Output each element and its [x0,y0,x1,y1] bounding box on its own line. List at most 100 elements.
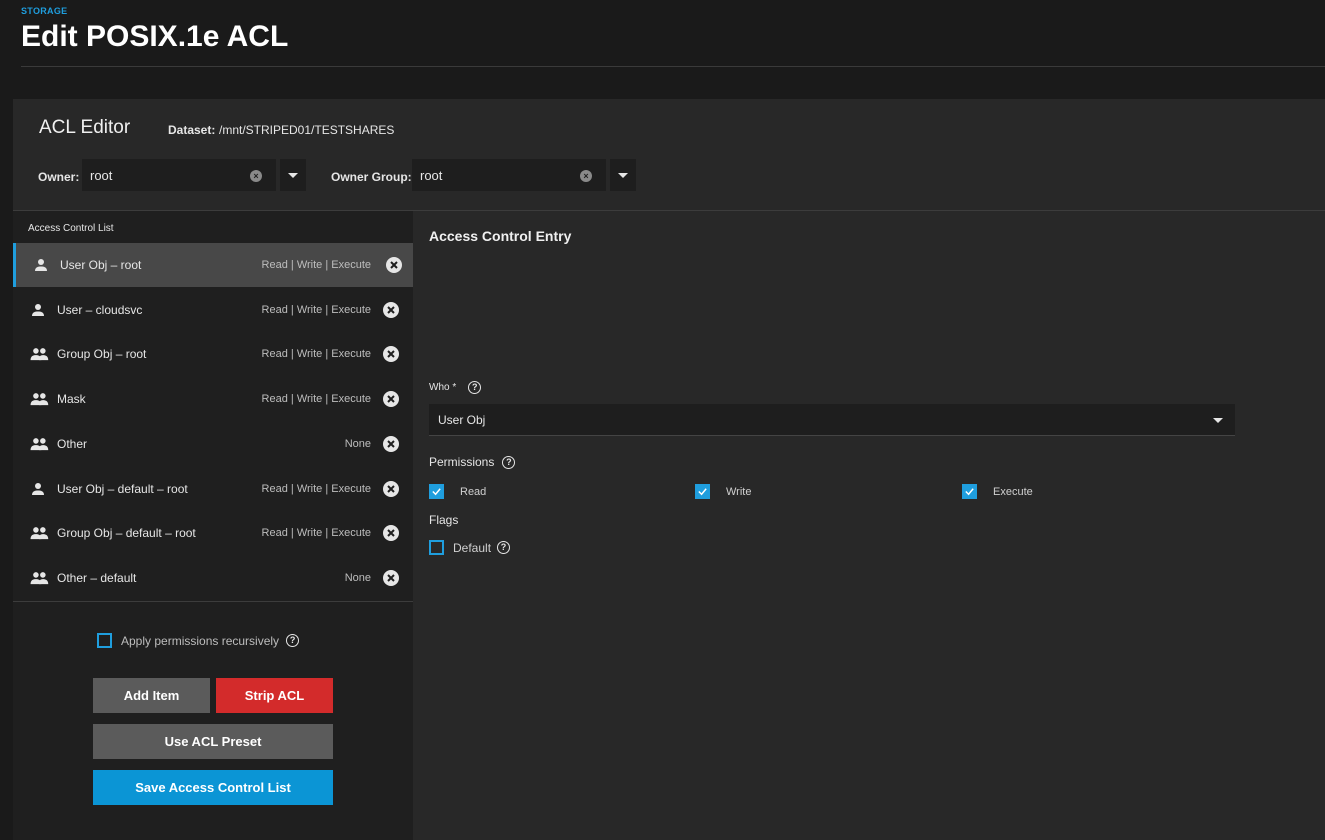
owner-group-dropdown-button[interactable] [608,159,636,191]
check-icon [698,488,707,496]
owner-group-combobox: root × [412,159,637,191]
acl-list-item[interactable]: Group Obj – root Read | Write | Execute [13,332,413,376]
acl-item-permissions: Read | Write | Execute [261,482,371,495]
apply-recursive-label: Apply permissions recursively [121,633,280,648]
add-item-button[interactable]: Add Item [93,678,210,713]
person-icon [29,301,47,319]
owner-group-clear-icon[interactable]: × [580,170,592,182]
list-divider [13,601,413,602]
default-flag[interactable]: Default ? [429,540,511,555]
acl-item-label: Other [57,436,88,451]
read-permission[interactable]: Read [429,484,486,499]
group-icon [29,345,49,363]
acl-item-label: Mask [57,392,86,407]
remove-entry-icon[interactable] [383,435,399,452]
owner-group-label: Owner Group: [331,170,412,184]
owner-group-input[interactable]: root [412,159,606,191]
write-permission[interactable]: Write [695,484,751,499]
group-icon [29,569,49,587]
remove-entry-icon[interactable] [383,346,399,363]
strip-acl-button[interactable]: Strip ACL [216,678,333,713]
acl-editor-header: ACL Editor Dataset: /mnt/STRIPED01/TESTS… [13,99,1325,211]
acl-item-permissions: Read | Write | Execute [261,393,371,406]
owner-combobox: root × [82,159,307,191]
execute-permission[interactable]: Execute [962,484,1033,499]
chevron-down-icon [618,172,628,178]
who-label: Who * [429,382,457,393]
check-icon [432,488,441,496]
owner-label: Owner: [38,170,80,184]
header-divider [21,66,1325,67]
dataset-path: /mnt/STRIPED01/TESTSHARES [219,123,395,137]
who-select[interactable]: User Obj [429,404,1235,436]
person-icon [29,480,47,498]
acl-entry-panel: Access Control Entry Who * ? User Obj Pe… [413,211,1325,840]
acl-item-permissions: Read | Write | Execute [261,303,371,316]
acl-list-item[interactable]: Group Obj – default – root Read | Write |… [13,511,413,555]
acl-item-label: User Obj – root [60,258,142,272]
owner-dropdown-button[interactable] [278,159,306,191]
group-icon [29,524,49,542]
owner-group-value: root [420,167,443,183]
read-checkbox[interactable] [429,484,444,499]
read-label: Read [460,485,487,498]
acl-item-label: Group Obj – root [57,347,147,362]
chevron-down-icon [1213,418,1223,423]
help-icon[interactable]: ? [468,381,482,394]
dataset-label: Dataset: [168,123,216,137]
permissions-label-row: Permissions ? [429,455,516,469]
acl-item-label: Other – default [57,570,137,585]
owner-clear-icon[interactable]: × [250,170,262,182]
chevron-down-icon [288,172,298,178]
remove-entry-icon[interactable] [383,525,399,542]
group-icon [29,390,49,408]
use-acl-preset-button[interactable]: Use ACL Preset [93,724,333,759]
page-title: Edit POSIX.1e ACL [21,20,289,53]
remove-entry-icon[interactable] [383,569,399,586]
acl-list-item[interactable]: Other None [13,422,413,466]
write-label: Write [726,485,752,498]
breadcrumb[interactable]: STORAGE [21,6,67,16]
acl-editor-card: ACL Editor Dataset: /mnt/STRIPED01/TESTS… [13,99,1325,840]
acl-list-item[interactable]: User – cloudsvc Read | Write | Execute [13,288,413,332]
execute-label: Execute [993,485,1033,498]
remove-entry-icon[interactable] [386,257,402,273]
default-checkbox[interactable] [429,540,444,555]
help-icon[interactable]: ? [286,634,300,647]
flags-label: Flags [429,513,459,527]
apply-recursive-checkbox[interactable] [97,633,112,648]
save-acl-button[interactable]: Save Access Control List [93,770,333,805]
check-icon [965,488,974,496]
remove-entry-icon[interactable] [383,391,399,408]
acl-item-label: Group Obj – default – root [57,526,196,541]
acl-list-item[interactable]: User Obj – root Read | Write | Execute [13,243,413,287]
who-label-row: Who * ? [429,381,482,394]
execute-checkbox[interactable] [962,484,977,499]
permissions-label: Permissions [429,455,495,469]
help-icon[interactable]: ? [497,541,511,554]
editor-title: ACL Editor [39,117,131,138]
apply-recursive-option[interactable]: Apply permissions recursively ? [97,633,300,648]
acl-list-item[interactable]: Other – default None [13,556,413,600]
acl-item-permissions: Read | Write | Execute [261,348,371,361]
owner-value: root [90,167,113,183]
entry-title: Access Control Entry [429,228,572,244]
acl-item-label: User Obj – default – root [57,481,188,496]
remove-entry-icon[interactable] [383,301,399,318]
who-select-value: User Obj [438,413,486,427]
acl-item-permissions: None [344,437,371,450]
help-icon[interactable]: ? [502,455,516,469]
acl-item-permissions: Read | Write | Execute [261,259,371,271]
remove-entry-icon[interactable] [383,480,399,497]
acl-item-permissions: None [344,571,371,584]
owner-input[interactable]: root [82,159,276,191]
acl-item-label: User – cloudsvc [57,302,143,317]
acl-item-permissions: Read | Write | Execute [261,527,371,540]
acl-list-title: Access Control List [28,223,114,234]
write-checkbox[interactable] [695,484,710,499]
default-label: Default [453,540,492,555]
acl-list-panel: Access Control List User Obj – root Read … [13,211,413,840]
acl-list-item[interactable]: User Obj – default – root Read | Write | … [13,467,413,511]
group-icon [29,435,49,453]
acl-list-item[interactable]: Mask Read | Write | Execute [13,377,413,421]
